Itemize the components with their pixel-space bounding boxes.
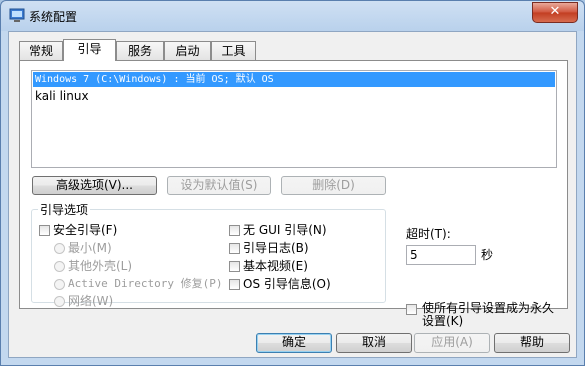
system-configuration-window: 系统配置 ✕ 常规 引导 服务 启动 工具 Windows 7 (C:\Wind… <box>0 0 585 366</box>
minimal-radio[interactable] <box>54 243 65 254</box>
timeout-label: 超时(T): <box>406 227 451 241</box>
delete-button[interactable]: 删除(D) <box>281 176 386 195</box>
no-gui-boot-checkbox[interactable] <box>229 225 240 236</box>
minimal-label: 最小(M) <box>68 241 112 255</box>
active-directory-repair-label: Active Directory 修复(P) <box>68 277 223 290</box>
close-button[interactable]: ✕ <box>532 2 578 23</box>
active-directory-repair-radio[interactable] <box>54 279 65 290</box>
base-video-label: 基本视频(E) <box>243 259 308 273</box>
no-gui-boot-label: 无 GUI 引导(N) <box>243 223 327 237</box>
tab-boot[interactable]: 引导 <box>63 39 116 61</box>
boot-tab-panel: Windows 7 (C:\Windows) : 当前 OS; 默认 OS ka… <box>19 60 568 328</box>
alternate-shell-label: 其他外壳(L) <box>68 259 133 273</box>
boot-entry-kali[interactable]: kali linux <box>33 89 555 104</box>
timeout-unit-label: 秒 <box>481 248 494 262</box>
boot-entry-windows7[interactable]: Windows 7 (C:\Windows) : 当前 OS; 默认 OS <box>33 72 555 87</box>
alternate-shell-radio[interactable] <box>54 261 65 272</box>
help-button[interactable]: 帮助 <box>494 333 570 353</box>
tab-startup[interactable]: 启动 <box>164 41 211 60</box>
tab-tools[interactable]: 工具 <box>211 41 256 60</box>
safe-boot-label: 安全引导(F) <box>53 223 118 237</box>
safe-boot-checkbox[interactable] <box>39 225 50 236</box>
os-boot-info-checkbox[interactable] <box>229 279 240 290</box>
timeout-input[interactable]: 5 <box>406 245 476 265</box>
os-boot-info-label: OS 引导信息(O) <box>243 277 331 291</box>
boot-log-label: 引导日志(B) <box>243 241 309 255</box>
make-permanent-label: 使所有引导设置成为永久设置(K) <box>422 301 555 328</box>
tab-general[interactable]: 常规 <box>19 41 63 60</box>
network-radio[interactable] <box>54 296 65 307</box>
make-permanent-checkbox[interactable] <box>406 304 417 315</box>
base-video-checkbox[interactable] <box>229 261 240 272</box>
msconfig-icon <box>9 8 25 22</box>
network-label: 网络(W) <box>68 294 114 308</box>
boot-options-title: 引导选项 <box>38 201 91 218</box>
apply-button[interactable]: 应用(A) <box>414 333 490 353</box>
advanced-options-button[interactable]: 高级选项(V)... <box>32 176 157 195</box>
dialog-client: 常规 引导 服务 启动 工具 Windows 7 (C:\Windows) : … <box>8 31 577 358</box>
window-title: 系统配置 <box>29 10 78 24</box>
title-bar: 系统配置 ✕ <box>1 1 584 31</box>
ok-button[interactable]: 确定 <box>256 333 332 353</box>
cancel-button[interactable]: 取消 <box>336 333 412 353</box>
boot-log-checkbox[interactable] <box>229 243 240 254</box>
boot-entry-list[interactable]: Windows 7 (C:\Windows) : 当前 OS; 默认 OS ka… <box>31 70 557 168</box>
set-default-button[interactable]: 设为默认值(S) <box>167 176 271 195</box>
tab-services[interactable]: 服务 <box>116 41 164 60</box>
